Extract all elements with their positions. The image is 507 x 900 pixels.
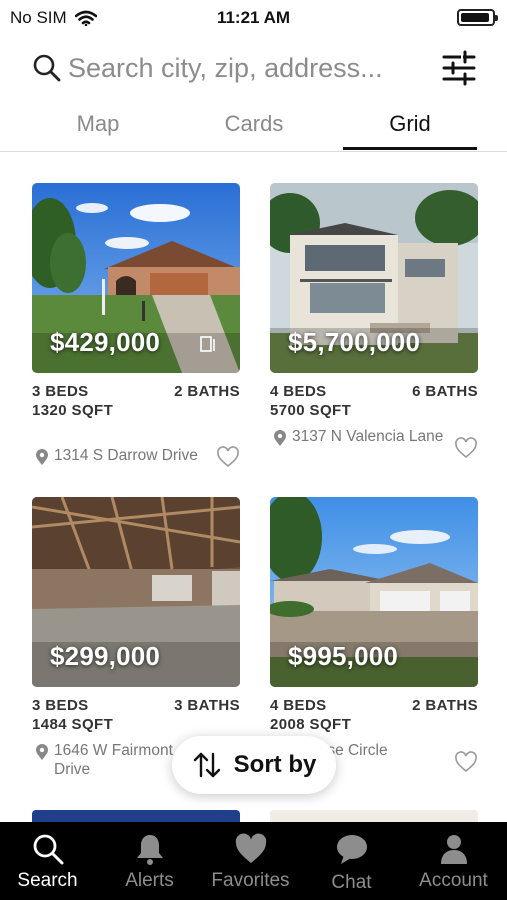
listing-card[interactable]: $995,000 4 BEDS 2 BATHS 2008 SQFT N Rose… [270, 497, 478, 773]
bottom-tab-bar: Search Alerts Favorites Chat Account [0, 822, 507, 900]
listing-address-text: 1646 W Fairmont Drive [54, 742, 173, 778]
listing-specs-row: 3 BEDS 2 BATHS [32, 383, 240, 400]
search-input[interactable] [68, 48, 428, 88]
sort-by-button[interactable]: Sort by [172, 736, 336, 794]
listing-price: $5,700,000 [288, 327, 421, 357]
listing-photo[interactable]: $429,000 [32, 183, 240, 373]
search-icon [33, 834, 64, 865]
sort-by-label: Sort by [233, 751, 317, 778]
listing-photo-peek[interactable] [32, 810, 240, 822]
tabbar-chat-label: Chat [331, 872, 372, 893]
battery-icon [457, 9, 498, 26]
tabbar-favorites[interactable]: Favorites [200, 822, 301, 900]
listing-price: $995,000 [288, 641, 399, 671]
listing-address: 3137 N Valencia Lane [270, 427, 450, 446]
view-tabs: Map Cards Grid [0, 106, 507, 152]
listing-specs-row: 4 BEDS 2 BATHS [270, 697, 478, 714]
listing-sqft: 1320 SQFT [32, 402, 114, 419]
listing-photo[interactable]: $299,000 [32, 497, 240, 687]
listing-address: 1314 S Darrow Drive [32, 446, 212, 465]
listing-sqft: 2008 SQFT [270, 716, 352, 733]
listing-beds: 4 BEDS [270, 697, 327, 714]
listing-photo-peek[interactable] [270, 810, 478, 822]
listing-card[interactable]: $5,700,000 4 BEDS 6 BATHS 5700 SQFT 3137… [270, 183, 478, 459]
location-pin-icon [36, 449, 48, 465]
sort-arrows-icon [193, 752, 220, 778]
tabbar-search-label: Search [17, 870, 78, 891]
listing-baths: 6 BATHS [412, 383, 478, 400]
tabbar-chat[interactable]: Chat [301, 822, 402, 900]
tab-map[interactable]: Map [33, 106, 163, 150]
tabbar-search[interactable]: Search [0, 822, 98, 900]
search-icon [33, 54, 61, 82]
listing-specs-row: 3 BEDS 3 BATHS [32, 697, 240, 714]
listing-beds: 3 BEDS [32, 383, 89, 400]
person-icon [441, 835, 467, 864]
tabbar-alerts[interactable]: Alerts [99, 822, 200, 900]
listing-baths: 2 BATHS [174, 383, 240, 400]
bell-icon [137, 835, 163, 865]
listing-card[interactable]: $299,000 3 BEDS 3 BATHS 1484 SQFT 1646 W… [32, 497, 240, 778]
listing-baths: 3 BATHS [174, 697, 240, 714]
photo-gallery-icon [200, 336, 215, 352]
listing-photo[interactable]: $995,000 [270, 497, 478, 687]
listing-address-text: 1314 S Darrow Drive [54, 447, 198, 464]
search-bar [0, 44, 507, 94]
chat-bubble-icon [337, 835, 367, 864]
tabbar-favorites-label: Favorites [211, 870, 290, 891]
favorite-heart-icon[interactable] [454, 751, 478, 773]
location-pin-icon [274, 430, 286, 446]
listing-address-text: 3137 N Valencia Lane [292, 428, 444, 445]
listing-price: $299,000 [50, 641, 161, 671]
listing-card[interactable]: $429,000 3 BEDS 2 BATHS 1320 SQFT 1314 S… [32, 183, 240, 468]
listing-specs-row: 4 BEDS 6 BATHS [270, 383, 478, 400]
filter-sliders-icon[interactable] [441, 49, 477, 87]
listing-sqft: 1484 SQFT [32, 716, 114, 733]
tab-cards[interactable]: Cards [189, 106, 319, 150]
location-pin-icon [36, 744, 48, 760]
tabbar-alerts-label: Alerts [125, 870, 174, 891]
favorite-heart-icon[interactable] [454, 437, 478, 459]
listing-beds: 3 BEDS [32, 697, 89, 714]
status-time: 11:21 AM [216, 8, 291, 27]
favorite-heart-icon[interactable] [216, 446, 240, 468]
heart-icon [235, 833, 267, 863]
tabbar-account[interactable]: Account [403, 822, 504, 900]
tab-grid[interactable]: Grid [343, 106, 477, 150]
listing-sqft: 5700 SQFT [270, 402, 352, 419]
listing-price: $429,000 [50, 327, 161, 357]
tabbar-account-label: Account [419, 870, 488, 891]
listing-photo[interactable]: $5,700,000 [270, 183, 478, 373]
listing-baths: 2 BATHS [412, 697, 478, 714]
status-bar: No SIM 11:21 AM [0, 0, 507, 34]
listing-beds: 4 BEDS [270, 383, 327, 400]
